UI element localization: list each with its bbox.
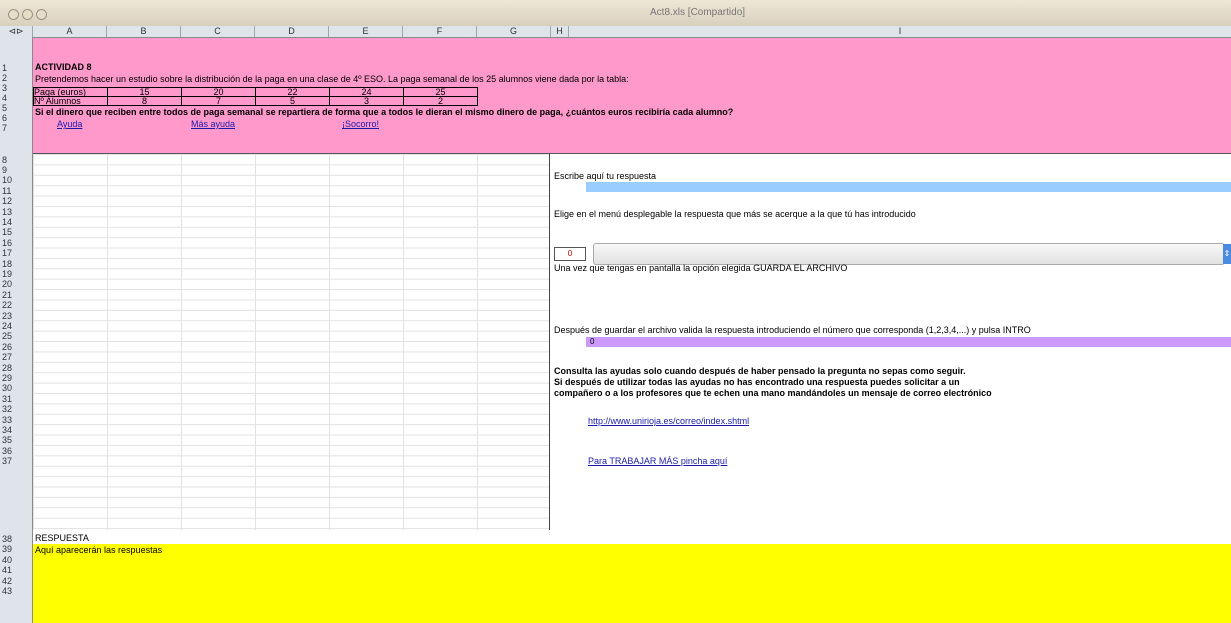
row-header[interactable]: 42 [0, 576, 32, 586]
table-cell[interactable]: 7 [181, 96, 256, 106]
close-window-button[interactable] [8, 9, 19, 20]
dropdown-arrow-icon[interactable]: ⇕ [1223, 244, 1231, 264]
table-cell[interactable]: 8 [107, 96, 182, 106]
column-header-c[interactable]: C [181, 26, 255, 37]
choose-answer-label: Elige en el menú desplegable la respuest… [554, 209, 916, 219]
pocket-money-table: Paga (euros) 15 20 22 24 25 Nº Alumnos 8… [33, 87, 478, 106]
table-row: Nº Alumnos 8 7 5 3 2 [33, 96, 478, 106]
answer-dropdown[interactable] [593, 243, 1225, 265]
row-header[interactable]: 43 [0, 586, 32, 596]
work-cells-grid[interactable] [33, 154, 550, 530]
select-all-corner[interactable]: ⊲⊳ [0, 26, 33, 37]
row-header[interactable]: 29 [0, 373, 32, 383]
row-header[interactable]: 37 [0, 456, 32, 466]
row-header[interactable]: 38 [0, 534, 32, 544]
email-link[interactable]: http://www.unirioja.es/correo/index.shtm… [588, 416, 749, 426]
column-header-h[interactable]: H [551, 26, 569, 37]
row-header[interactable]: 11 [0, 186, 32, 196]
row-header[interactable]: 1 [0, 63, 32, 73]
answer-input[interactable] [586, 182, 1231, 192]
row-header[interactable]: 16 [0, 238, 32, 248]
advice-text-1: Consulta las ayudas solo cuando después … [554, 366, 966, 376]
column-header-e[interactable]: E [329, 26, 403, 37]
row-header[interactable]: 27 [0, 352, 32, 362]
row-header[interactable]: 28 [0, 363, 32, 373]
table-cell[interactable]: 3 [329, 96, 404, 106]
table-row: Paga (euros) 15 20 22 24 25 [33, 87, 478, 97]
help-link[interactable]: Ayuda [57, 119, 82, 129]
row-header[interactable]: 41 [0, 565, 32, 575]
save-file-instruction: Una vez que tengas en pantalla la opción… [554, 263, 848, 273]
row-header[interactable]: 34 [0, 425, 32, 435]
dropdown-number-cell[interactable]: 0 [554, 247, 586, 261]
column-header-bar: ⊲⊳ A B C D E F G H I [0, 26, 1231, 38]
validate-instruction: Después de guardar el archivo valida la … [554, 325, 1031, 335]
response-header: RESPUESTA [35, 533, 89, 543]
column-header-g[interactable]: G [477, 26, 551, 37]
row-header[interactable]: 40 [0, 555, 32, 565]
row-header[interactable]: 24 [0, 321, 32, 331]
row-header-bar: 1 2 3 4 5 6 7 8 9 10 11 12 13 14 15 16 1… [0, 37, 33, 623]
response-text: Aquí aparecerán las respuestas [35, 545, 163, 555]
table-cell[interactable]: 2 [403, 96, 478, 106]
advice-text-2: Si después de utilizar todas las ayudas … [554, 377, 960, 387]
column-header-b[interactable]: B [107, 26, 181, 37]
row-header[interactable]: 4 [0, 93, 32, 103]
row-header[interactable]: 9 [0, 165, 32, 175]
column-header-i[interactable]: I [569, 26, 1231, 37]
row-header[interactable]: 21 [0, 290, 32, 300]
row-header[interactable]: 25 [0, 331, 32, 341]
row-header[interactable]: 18 [0, 259, 32, 269]
validate-input[interactable]: 0 [586, 337, 1231, 347]
row-header[interactable]: 17 [0, 248, 32, 258]
row-header[interactable]: 36 [0, 446, 32, 456]
window-title: Act8.xls [Compartido] [650, 7, 746, 18]
row-header[interactable]: 39 [0, 544, 32, 554]
row-header[interactable]: 14 [0, 217, 32, 227]
advice-text-3: compañero o a los profesores que te eche… [554, 388, 992, 398]
row-header[interactable]: 35 [0, 435, 32, 445]
column-header-d[interactable]: D [255, 26, 329, 37]
row-header[interactable]: 10 [0, 175, 32, 185]
sos-link[interactable]: ¡Socorro! [342, 119, 379, 129]
row-label-alumnos[interactable]: Nº Alumnos [33, 96, 108, 106]
row-header[interactable]: 26 [0, 342, 32, 352]
row-header[interactable]: 13 [0, 207, 32, 217]
window-titlebar: Act8.xls [Compartido] [0, 0, 1231, 27]
row-header[interactable]: 6 [0, 113, 32, 123]
row-header[interactable]: 2 [0, 73, 32, 83]
row-header[interactable]: 22 [0, 300, 32, 310]
row-header[interactable]: 3 [0, 83, 32, 93]
row-header[interactable]: 20 [0, 279, 32, 289]
row-header[interactable]: 32 [0, 404, 32, 414]
row-header[interactable]: 23 [0, 311, 32, 321]
activity-title: ACTIVIDAD 8 [35, 62, 92, 72]
row-header[interactable]: 5 [0, 103, 32, 113]
row-header[interactable]: 12 [0, 196, 32, 206]
row-header[interactable]: 31 [0, 394, 32, 404]
activity-question: Si el dinero que reciben entre todos de … [35, 107, 734, 117]
column-header-a[interactable]: A [33, 26, 107, 37]
row-header[interactable]: 8 [0, 155, 32, 165]
zoom-window-button[interactable] [36, 9, 47, 20]
row-header[interactable]: 30 [0, 383, 32, 393]
column-header-f[interactable]: F [403, 26, 477, 37]
row-header[interactable]: 15 [0, 227, 32, 237]
write-answer-label: Escribe aquí tu respuesta [554, 171, 657, 181]
row-header[interactable]: 7 [0, 123, 32, 133]
row-header[interactable]: 19 [0, 269, 32, 279]
row-header[interactable]: 33 [0, 415, 32, 425]
more-help-link[interactable]: Más ayuda [191, 119, 235, 129]
minimize-window-button[interactable] [22, 9, 33, 20]
more-work-link[interactable]: Para TRABAJAR MÁS pincha aquí [588, 456, 727, 466]
table-cell[interactable]: 5 [255, 96, 330, 106]
activity-intro: Pretendemos hacer un estudio sobre la di… [35, 74, 629, 84]
response-area [33, 544, 1231, 623]
